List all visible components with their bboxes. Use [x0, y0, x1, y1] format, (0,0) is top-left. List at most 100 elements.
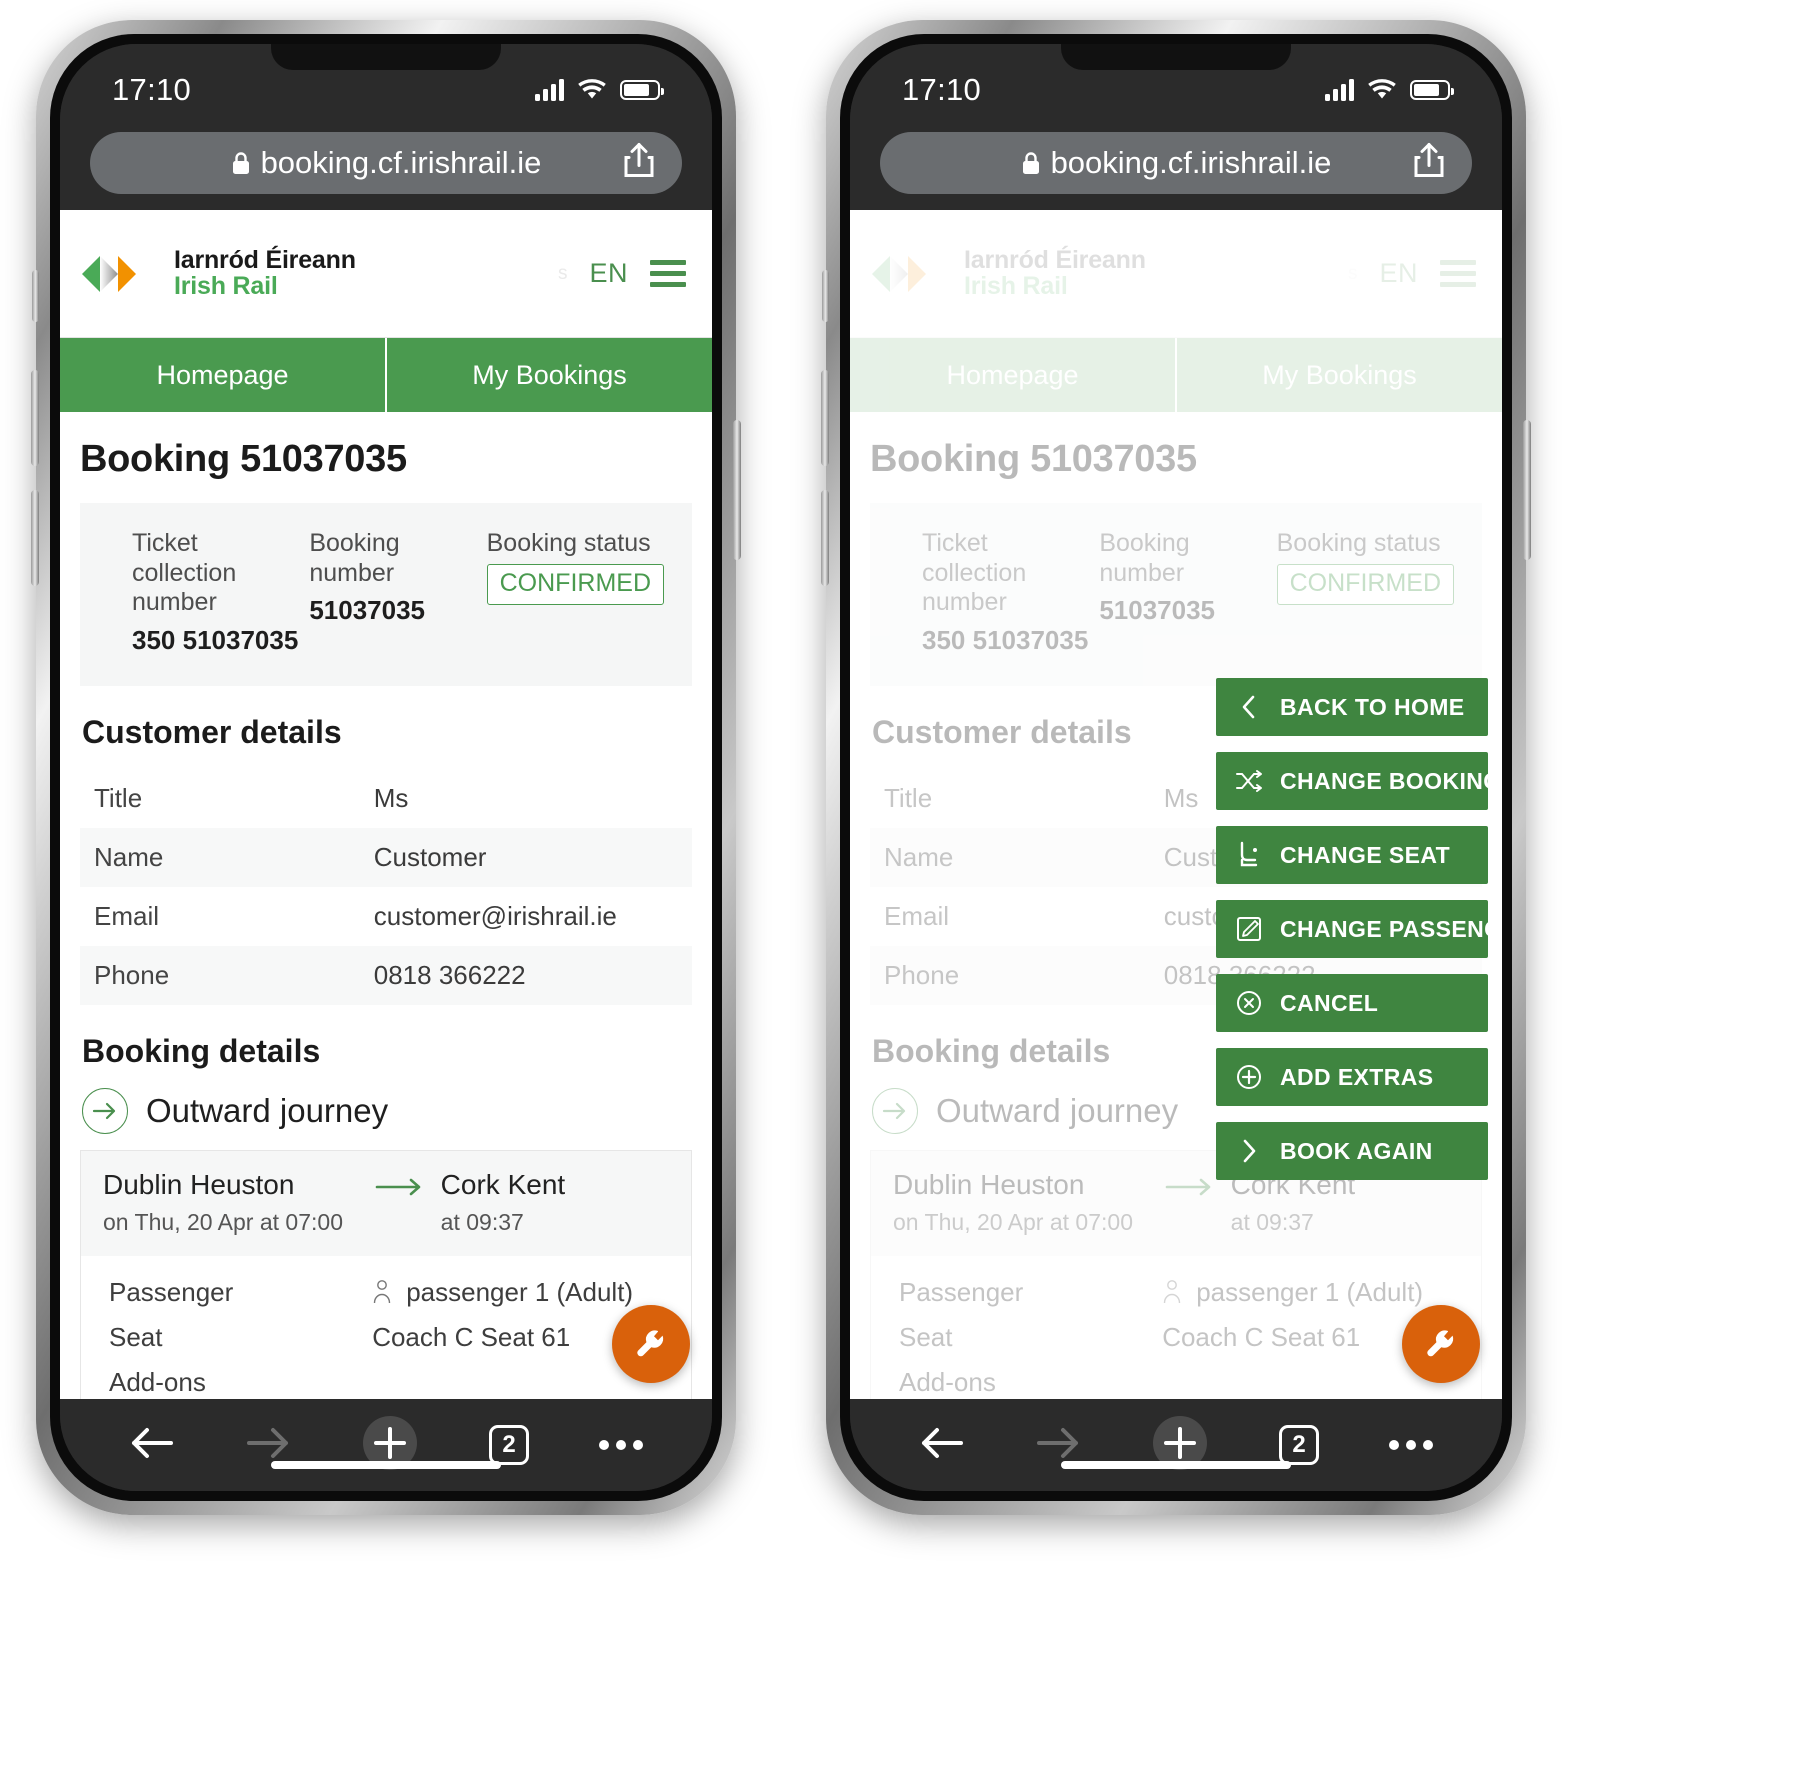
row-key: Phone	[94, 959, 170, 990]
volume-up-button[interactable]	[31, 370, 39, 466]
journey-destination: Cork Kent at 09:37	[375, 1169, 669, 1236]
summary-booking-status: Booking status CONFIRMED	[486, 529, 665, 656]
action-label: CHANGE SEAT	[1280, 841, 1451, 868]
wrench-icon[interactable]	[612, 1305, 690, 1383]
tab-my-bookings[interactable]: My Bookings	[1175, 338, 1502, 412]
power-button[interactable]	[733, 420, 741, 560]
tab-count-button[interactable]: 2	[489, 1425, 529, 1465]
url-host: booking.cf.irishrail.ie	[260, 145, 542, 180]
notch	[271, 44, 501, 70]
url-bar[interactable]: booking.cf.irishrail.ie	[90, 132, 682, 194]
web-page: Iarnród Éireann Irish Rail s EN Homepage…	[850, 210, 1502, 1399]
tab-homepage[interactable]: Homepage	[850, 338, 1175, 412]
volume-down-button[interactable]	[31, 490, 39, 586]
booking-details-heading: Booking details	[82, 1032, 321, 1069]
summary-label: Booking status	[1276, 529, 1441, 557]
journey-origin: Dublin Heuston on Thu, 20 Apr at 07:00	[893, 1169, 1165, 1236]
phone-bezel: 17:10 booking.cf.irishrail.ie Iarnród Éi…	[50, 34, 722, 1501]
summary-booking-status: Booking status CONFIRMED	[1276, 529, 1455, 656]
summary-value: 350 51037035	[132, 624, 299, 655]
language-selector[interactable]: EN	[589, 258, 628, 289]
summary-value: 350 51037035	[922, 624, 1089, 655]
share-icon[interactable]	[1412, 142, 1446, 185]
row-value: customer@irishrail.ie	[373, 900, 617, 931]
action-change-booking[interactable]: CHANGE BOOKING	[1216, 752, 1501, 810]
circle-arrow-right-icon	[82, 1087, 128, 1134]
destination-time: at 09:37	[440, 1208, 524, 1235]
destination-block: Cork Kent at 09:37	[441, 1169, 566, 1236]
row-value: passenger 1 (Adult)	[406, 1276, 634, 1307]
wifi-icon	[1367, 79, 1397, 101]
page-scroll-area[interactable]: Iarnród Éireann Irish Rail s EN Homepage…	[60, 210, 712, 1399]
summary-value: 51037035	[309, 595, 425, 625]
action-change-seat[interactable]: CHANGE SEAT	[1216, 826, 1488, 884]
row-key: Email	[884, 900, 950, 931]
volume-up-button[interactable]	[821, 370, 829, 466]
action-back-to-home[interactable]: BACK TO HOME	[1216, 678, 1488, 736]
action-cancel[interactable]: CANCEL	[1216, 974, 1488, 1032]
language-selector[interactable]: EN	[1379, 258, 1418, 289]
url-bar-container: booking.cf.irishrail.ie	[850, 126, 1502, 210]
destination-time: at 09:37	[1230, 1208, 1314, 1235]
row-key: Email	[94, 900, 160, 931]
mute-switch[interactable]	[822, 270, 829, 322]
share-icon[interactable]	[622, 142, 656, 185]
edit-square-icon	[1234, 916, 1264, 942]
status-clock: 17:10	[112, 72, 192, 107]
search-icon[interactable]: s	[558, 263, 568, 285]
page-title: Booking 51037035	[80, 438, 407, 480]
booking-summary: Ticket collection number 350 51037035 Bo…	[870, 503, 1482, 686]
irish-rail-logo-icon[interactable]: Iarnród Éireann Irish Rail	[78, 247, 356, 299]
volume-down-button[interactable]	[821, 490, 829, 586]
url-bar-container: booking.cf.irishrail.ie	[60, 126, 712, 210]
lock-icon	[1021, 151, 1041, 176]
journey-card: Dublin Heuston on Thu, 20 Apr at 07:00 C…	[80, 1149, 692, 1399]
phone-right: 17:10 booking.cf.irishrail.ie Iarnród Éi…	[821, 20, 1531, 1515]
screenshot-stage: 17:10 booking.cf.irishrail.ie Iarnród Éi…	[0, 0, 1806, 1771]
action-book-again[interactable]: BOOK AGAIN	[1216, 1122, 1488, 1180]
row-value-group: passenger 1 (Adult)	[372, 1277, 669, 1308]
search-icon[interactable]: s	[1348, 263, 1358, 285]
mute-switch[interactable]	[32, 270, 39, 322]
wrench-icon[interactable]	[1402, 1305, 1480, 1383]
tab-count-button[interactable]: 2	[1279, 1425, 1319, 1465]
back-arrow-icon[interactable]	[919, 1425, 965, 1466]
more-dots-icon[interactable]	[599, 1440, 643, 1450]
header-actions: s EN	[558, 258, 686, 289]
table-row: Email customer@irishrail.ie	[80, 887, 692, 946]
more-dots-icon[interactable]	[1389, 1440, 1433, 1450]
action-label: CHANGE BOOKING	[1280, 767, 1502, 794]
origin-station: Dublin Heuston	[893, 1168, 1085, 1200]
phone-screen-left: 17:10 booking.cf.irishrail.ie Iarnród Éi…	[60, 44, 712, 1491]
forward-arrow-icon	[1035, 1425, 1081, 1466]
status-bar: 17:10	[60, 44, 712, 126]
action-add-extras[interactable]: ADD EXTRAS	[1216, 1048, 1488, 1106]
chevron-left-icon	[1234, 694, 1264, 720]
action-change-passenger[interactable]: CHANGE PASSENGER	[1216, 900, 1502, 958]
summary-label: Booking status	[486, 529, 651, 557]
irish-rail-logo-icon[interactable]: Iarnród Éireann Irish Rail	[868, 247, 1146, 299]
person-icon	[372, 1279, 394, 1305]
hamburger-menu-icon[interactable]	[1440, 260, 1476, 287]
origin-datetime: on Thu, 20 Apr at 07:00	[103, 1208, 343, 1235]
status-bar: 17:10	[850, 44, 1502, 126]
person-icon	[1162, 1279, 1184, 1305]
hamburger-menu-icon[interactable]	[650, 260, 686, 287]
table-row: Phone 0818 366222	[80, 945, 692, 1005]
status-badge: CONFIRMED	[1276, 563, 1455, 605]
url-bar[interactable]: booking.cf.irishrail.ie	[880, 132, 1472, 194]
row-passenger: Passenger passenger 1 (Adult)	[109, 1270, 669, 1315]
row-key: Title	[884, 782, 933, 813]
tab-homepage[interactable]: Homepage	[60, 338, 385, 412]
circle-x-icon	[1234, 990, 1264, 1016]
journey-route: Dublin Heuston on Thu, 20 Apr at 07:00 C…	[81, 1150, 691, 1256]
row-value: Customer	[373, 841, 487, 872]
summary-ticket-collection: Ticket collection number 350 51037035	[922, 529, 1089, 656]
tab-my-bookings[interactable]: My Bookings	[385, 338, 712, 412]
summary-label: Booking number	[309, 529, 400, 587]
phone-left: 17:10 booking.cf.irishrail.ie Iarnród Éi…	[31, 20, 741, 1515]
forward-arrow-icon	[245, 1425, 291, 1466]
journey-card: Dublin Heuston on Thu, 20 Apr at 07:00 C…	[870, 1149, 1482, 1399]
power-button[interactable]	[1523, 420, 1531, 560]
back-arrow-icon[interactable]	[129, 1425, 175, 1466]
